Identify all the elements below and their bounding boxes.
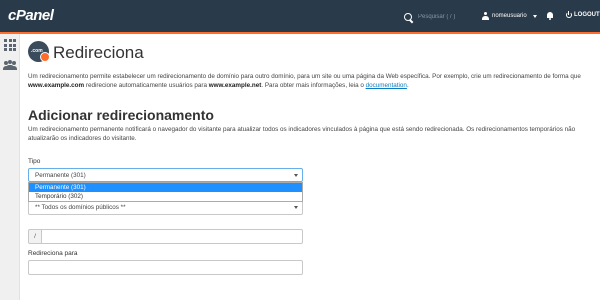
logout-label: LOGOUT (574, 12, 600, 18)
section-description: Um redirecionamento permanente notificar… (28, 126, 576, 142)
domain-select[interactable]: ** Todos os domínios públicos ** (28, 202, 303, 215)
grid-icon[interactable] (4, 39, 16, 51)
users-icon[interactable] (3, 60, 17, 70)
intro-text: Um redirecionamento permite estabelecer … (28, 73, 581, 89)
redirect-label: Redireciona para (28, 250, 78, 257)
accent-stripe (0, 32, 600, 34)
redirect-icon: .com (28, 41, 50, 62)
bell-icon[interactable] (546, 12, 554, 20)
path-prefix: / (28, 229, 42, 244)
domain-select-value: ** Todos os domínios públicos ** (35, 204, 126, 211)
example-domain-2: www.example.net (208, 82, 262, 89)
type-option-permanent[interactable]: Permanente (301) (29, 183, 302, 192)
page-title: Redireciona (53, 43, 144, 62)
chevron-down-icon (532, 14, 537, 18)
type-label: Tipo (28, 158, 41, 165)
cpanel-logo[interactable]: cPanel (8, 7, 54, 24)
logout-button[interactable]: LOGOUT (566, 11, 600, 18)
type-select[interactable]: Permanente (301) (28, 168, 303, 182)
type-select-value: Permanente (301) (35, 172, 86, 179)
section-title: Adicionar redirecionamento (28, 107, 214, 123)
path-input[interactable] (41, 229, 303, 244)
top-navbar: cPanel nomeusuario LOGOUT (0, 0, 600, 32)
chevron-down-icon (294, 174, 298, 177)
user-menu[interactable]: nomeusuario (482, 12, 537, 20)
redirect-url-input[interactable] (28, 260, 303, 275)
power-icon (566, 11, 572, 18)
user-icon (482, 12, 489, 20)
example-domain-1: www.example.com (28, 82, 85, 89)
chevron-down-icon (294, 206, 298, 209)
documentation-link[interactable]: documentation (366, 82, 407, 89)
search-icon[interactable] (404, 12, 413, 22)
search-bar[interactable] (404, 12, 474, 22)
username-label: nomeusuario (492, 13, 527, 19)
left-sidebar (0, 34, 20, 300)
type-option-temporary[interactable]: Temporário (302) (29, 192, 302, 201)
type-dropdown: Permanente (301) Temporário (302) (28, 182, 303, 202)
search-input[interactable] (418, 12, 474, 22)
